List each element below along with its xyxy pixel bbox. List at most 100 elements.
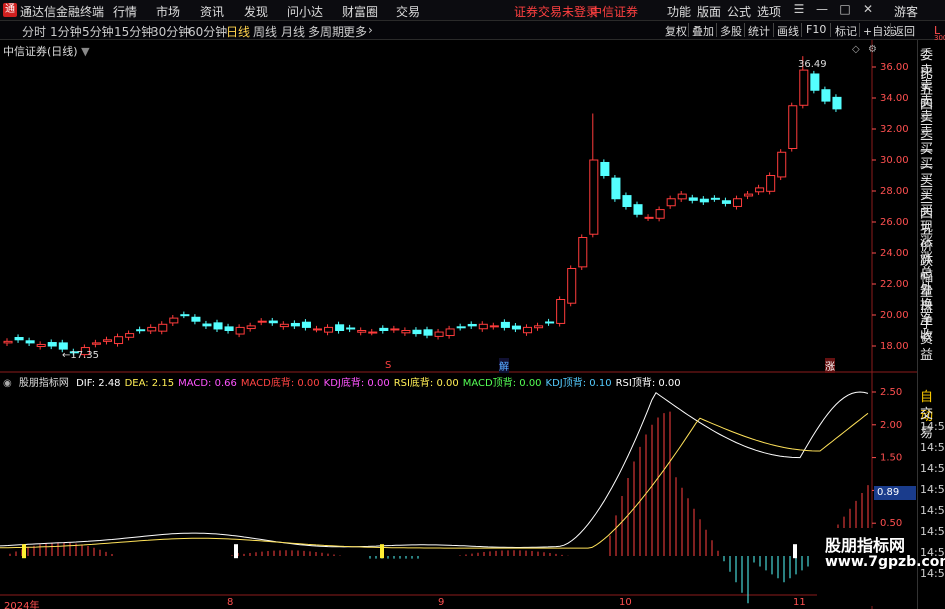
tool-fuquan[interactable]: 复权 (665, 23, 687, 39)
period-more[interactable]: 更多 (343, 23, 367, 40)
divergence-signal-marker (234, 544, 238, 559)
indicator-name[interactable]: 股朋指标网 (19, 378, 69, 389)
period-monthly[interactable]: 月线 (281, 23, 305, 40)
login-warning[interactable]: 证券交易未登录 (514, 3, 598, 20)
site-watermark: 股朋指标网 www.7gpzb.com (817, 528, 945, 606)
tool-diejia[interactable]: 叠加 (692, 23, 714, 39)
menu-shichang[interactable]: 市场 (156, 3, 180, 20)
top-menu-bar: 通 通达信金融终端 行情 市场 资讯 发现 问小达 财富圈 交易 证券交易未登录… (0, 0, 945, 21)
period-multi[interactable]: 多周期 (308, 23, 344, 40)
candle-body (213, 322, 223, 330)
toolbar-divider (890, 23, 891, 37)
candle-body (279, 323, 289, 328)
candle-body (423, 329, 433, 336)
close-icon[interactable]: ✕ (861, 2, 875, 18)
kline-chart-svg[interactable]: 36.00 34.00 32.00 30.00 28.00 26.00 24.00 22.00… (0, 40, 917, 609)
tool-biaoji[interactable]: 标记 (835, 23, 857, 39)
candle-body (578, 237, 588, 268)
menu-faxian[interactable]: 发现 (244, 3, 268, 20)
price-tick-label: 28.00 (880, 186, 909, 197)
x-label-oct: 10 (619, 597, 632, 608)
period-15min[interactable]: 15分钟 (114, 23, 153, 40)
indicator-tick-label: 1.50 (880, 453, 902, 464)
candle-body (744, 193, 754, 197)
candle-body (478, 323, 488, 330)
tool-tongji[interactable]: 统计 (748, 23, 770, 39)
chevron-down-icon[interactable]: ▼ (81, 45, 89, 58)
tick-time: 14:56 (920, 525, 945, 538)
candle-body (611, 177, 621, 200)
collapse-icon[interactable]: ☰ (792, 2, 806, 18)
broker-name[interactable]: 中信证券 (590, 3, 638, 20)
current-indicator-value: 0.89 (874, 486, 916, 500)
restore-icon[interactable]: □ (838, 2, 852, 18)
candle-body (589, 159, 599, 235)
guest-button[interactable]: 游客 (894, 3, 918, 20)
period-5min[interactable]: 5分钟 (82, 23, 114, 40)
menu-hangqing[interactable]: 行情 (113, 3, 137, 20)
candle-body (755, 187, 765, 193)
toolbar-divider (744, 23, 745, 37)
candle-body (766, 175, 776, 192)
candle-body (832, 96, 842, 110)
indicator-tick-label: 2.00 (880, 420, 902, 431)
price-tick-label: 20.00 (880, 310, 909, 321)
tool-back[interactable]: 返回 (893, 23, 915, 39)
period-60min[interactable]: 60分钟 (188, 23, 227, 40)
candle-body (710, 197, 720, 200)
menu-xuanxiang[interactable]: 选项 (757, 3, 781, 20)
period-daily[interactable]: 日线 (226, 23, 250, 40)
period-toolbar: 分时 1分钟 5分钟 15分钟 30分钟 60分钟 日线 周线 月线 多周期 更… (0, 21, 945, 40)
chart-area[interactable]: 36.00 34.00 32.00 30.00 28.00 26.00 24.00 22.00… (0, 40, 917, 609)
period-1min[interactable]: 1分钟 (50, 23, 82, 40)
toolbar-divider (859, 23, 860, 37)
candle-body (102, 339, 113, 342)
tool-huaxian[interactable]: 画线 (777, 23, 799, 39)
candle-body (36, 343, 46, 347)
tool-f10[interactable]: F10 (806, 23, 826, 36)
candle-body (633, 204, 643, 215)
candle-body (600, 161, 610, 176)
candle-body (169, 317, 179, 324)
settings-icon[interactable]: ⚙ (868, 44, 877, 55)
menu-gongneng[interactable]: 功能 (667, 3, 691, 20)
candle-body (644, 216, 654, 219)
candle-body (14, 337, 24, 341)
low-price-value: 17.35 (70, 350, 100, 361)
candle-body (622, 195, 632, 207)
app-title: 通达信金融终端 (20, 5, 105, 19)
candle-body (567, 268, 577, 304)
menu-banmian[interactable]: 版面 (697, 3, 721, 20)
candle-body (268, 320, 278, 324)
candle-body (180, 314, 190, 317)
candle-body (500, 321, 510, 328)
minimize-icon[interactable]: — (815, 2, 829, 18)
menu-jiaoyi[interactable]: 交易 (396, 3, 420, 20)
signal-s-marker: S (385, 360, 392, 371)
candle-body (301, 321, 311, 328)
quote-field-label: 收益 (920, 328, 934, 363)
app-logo-icon: 通 (3, 3, 17, 17)
indicator-legend-item: DIF: 2.48 (76, 378, 121, 389)
menu-gongshi[interactable]: 公式 (727, 3, 751, 20)
chevron-right-icon[interactable]: › (368, 23, 373, 37)
tool-duogu[interactable]: 多股 (720, 23, 742, 39)
menu-zixun[interactable]: 资讯 (200, 3, 224, 20)
menu-caifuquan[interactable]: 财富圈 (342, 3, 378, 20)
candle-body (699, 198, 709, 203)
candle-body (235, 326, 245, 335)
diamond-icon[interactable]: ◇ (852, 44, 860, 55)
candle-body (3, 340, 13, 344)
candle-body (379, 327, 389, 332)
period-weekly[interactable]: 周线 (253, 23, 277, 40)
indicator-menu-icon[interactable]: ◉ (3, 378, 12, 389)
price-tick-label: 26.00 (880, 217, 909, 228)
candle-body (290, 322, 300, 327)
price-tick-label: 30.00 (880, 155, 909, 166)
menu-wenxiaoda[interactable]: 问小达 (287, 3, 323, 20)
period-30min[interactable]: 30分钟 (151, 23, 190, 40)
period-fenshi[interactable]: 分时 (22, 23, 46, 40)
candle-body (721, 200, 731, 204)
candle-body (666, 198, 676, 207)
candle-body (125, 333, 135, 338)
